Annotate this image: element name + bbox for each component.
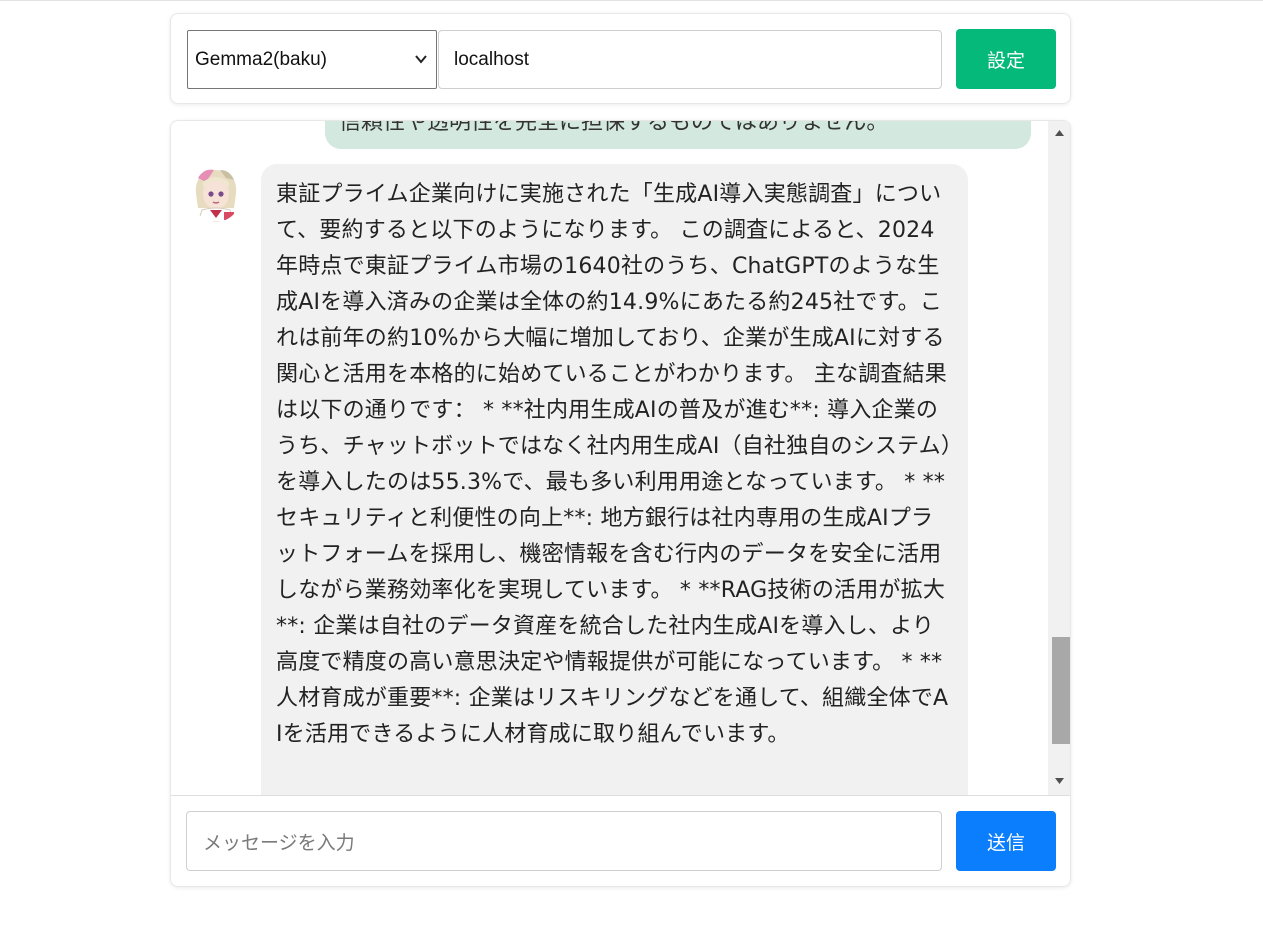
model-select-value: Gemma2(baku) [195,48,327,70]
message-scrollbar[interactable] [1048,121,1070,795]
send-button[interactable]: 送信 [956,811,1056,871]
message-input[interactable]: メッセージを入力 [186,811,942,871]
user-message-bubble: 信頼性や透明性を完全に担保するものではありません。 [325,121,1031,149]
model-select[interactable]: Gemma2(baku) [187,30,437,89]
window-top-border [0,0,1263,1]
scroll-up-arrow-icon[interactable] [1054,129,1065,137]
scroll-down-arrow-icon[interactable] [1054,777,1065,785]
composer-divider [171,795,1070,796]
set-button-label: 設定 [986,49,1025,72]
send-button-label: 送信 [986,831,1025,854]
scrollbar-thumb[interactable] [1052,637,1070,744]
chat-panel: 信頼性や透明性を完全に担保するものではありません。 東証プライム企業向けに実施さ… [170,120,1071,887]
host-input[interactable]: localhost [438,30,942,89]
message-list[interactable]: 信頼性や透明性を完全に担保するものではありません。 東証プライム企業向けに実施さ… [171,121,1048,795]
assistant-message-bubble: 東証プライム企業向けに実施された「生成AI導入実態調査」について、要約すると以下… [261,164,968,795]
user-message-text: 信頼性や透明性を完全に担保するものではありません。 [339,121,889,135]
message-input-placeholder: メッセージを入力 [203,831,355,854]
assistant-message-text: 東証プライム企業向けに実施された「生成AI導入実態調査」について、要約すると以下… [276,182,953,747]
host-input-value: localhost [454,48,529,70]
chevron-down-icon [415,55,427,64]
set-button[interactable]: 設定 [956,29,1056,89]
assistant-avatar [190,164,242,222]
settings-panel: Gemma2(baku) localhost 設定 [170,13,1071,104]
